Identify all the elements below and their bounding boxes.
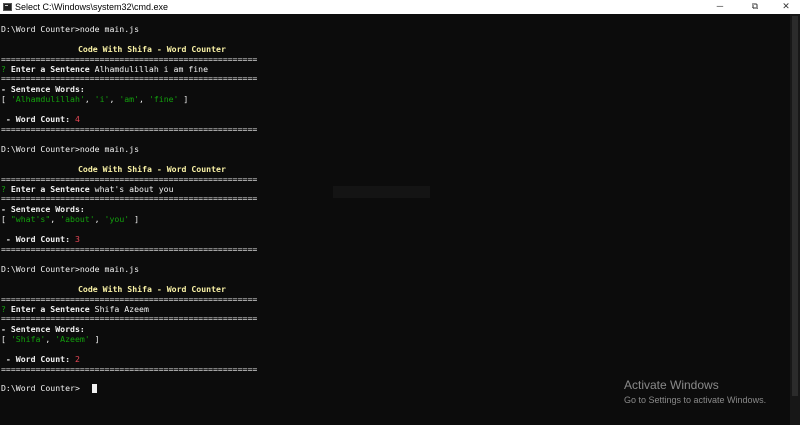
- separator-line: ========================================…: [1, 313, 257, 323]
- count-label: - Word Count:: [1, 114, 71, 124]
- separator-line: ========================================…: [1, 54, 257, 64]
- window-title: Select C:\Windows\system32\cmd.exe: [15, 2, 169, 12]
- separator-line: ========================================…: [1, 73, 257, 83]
- words-array-line: [ 'Alhamdulillah', 'i', 'am', 'fine' ]: [1, 94, 188, 104]
- count-value: 2: [70, 354, 80, 364]
- vertical-scrollbar[interactable]: [790, 14, 800, 425]
- banner-line: Code With Shifa - Word Counter: [78, 44, 226, 54]
- prompt-text: D:\Word Counter>: [1, 144, 80, 154]
- words-label-line: - Sentence Words:: [1, 324, 85, 334]
- separator-line: ========================================…: [1, 294, 257, 304]
- separator-text: ========================================…: [1, 244, 258, 254]
- minimize-button[interactable]: ─: [706, 0, 734, 14]
- separator-text: ========================================…: [1, 124, 258, 134]
- count-value: 4: [70, 114, 80, 124]
- word-item: "what's": [10, 214, 51, 224]
- scrollbar-thumb[interactable]: [792, 16, 798, 396]
- separator-text: ========================================…: [1, 54, 258, 64]
- array-close: ]: [129, 214, 140, 224]
- word-item: 'am': [119, 94, 140, 104]
- banner-line: Code With Shifa - Word Counter: [78, 284, 226, 294]
- count-value: 3: [70, 234, 80, 244]
- words-array-line: [ "what's", 'about', 'you' ]: [1, 214, 139, 224]
- banner-line: Code With Shifa - Word Counter: [78, 164, 226, 174]
- count-label: - Word Count:: [1, 234, 71, 244]
- word-item: 'i': [94, 94, 110, 104]
- text-cursor: [92, 384, 97, 393]
- words-label-line: - Sentence Words:: [1, 84, 85, 94]
- activate-windows-subtitle: Go to Settings to activate Windows.: [624, 395, 767, 405]
- array-open: [: [1, 334, 11, 344]
- words-label: - Sentence Words:: [1, 204, 85, 214]
- close-button[interactable]: ✕: [772, 0, 800, 14]
- array-comma: ,: [50, 214, 61, 224]
- separator-text: ========================================…: [1, 364, 258, 374]
- banner-text: Code With Shifa - Word Counter: [78, 284, 226, 294]
- prompt-text: D:\Word Counter>: [1, 24, 80, 34]
- restore-button[interactable]: ⧉: [741, 0, 769, 14]
- separator-line: ========================================…: [1, 244, 257, 254]
- command-text: node main.js: [79, 24, 140, 34]
- array-comma: ,: [45, 334, 56, 344]
- array-open: [: [1, 214, 11, 224]
- command-line: D:\Word Counter>node main.js: [1, 24, 139, 34]
- cmd-icon: [3, 3, 12, 11]
- command-line: D:\Word Counter>node main.js: [1, 144, 139, 154]
- separator-line: ========================================…: [1, 364, 257, 374]
- separator-text: ========================================…: [1, 193, 258, 203]
- separator-text: ========================================…: [1, 73, 258, 83]
- word-item: 'Shifa': [10, 334, 46, 344]
- words-label: - Sentence Words:: [1, 84, 85, 94]
- array-comma: ,: [109, 94, 120, 104]
- word-item: 'fine': [148, 94, 179, 104]
- separator-text: ========================================…: [1, 294, 258, 304]
- title-bar: Select C:\Windows\system32\cmd.exe ─ ⧉ ✕: [0, 0, 800, 14]
- words-label-line: - Sentence Words:: [1, 204, 85, 214]
- final-prompt: D:\Word Counter>: [1, 383, 80, 393]
- activate-windows-title: Activate Windows: [624, 378, 719, 392]
- command-text: node main.js: [79, 264, 140, 274]
- array-close: ]: [178, 94, 189, 104]
- array-open: [: [1, 94, 11, 104]
- command-line: D:\Word Counter>node main.js: [1, 264, 139, 274]
- separator-text: ========================================…: [1, 174, 258, 184]
- command-text: node main.js: [79, 144, 140, 154]
- banner-text: Code With Shifa - Word Counter: [78, 164, 226, 174]
- word-item: 'Alhamdulillah': [10, 94, 85, 104]
- array-close: ]: [89, 334, 100, 344]
- separator-line: ========================================…: [1, 174, 257, 184]
- array-comma: ,: [139, 94, 149, 104]
- word-item: 'about': [60, 214, 95, 224]
- count-line: - Word Count: 3: [1, 234, 80, 244]
- prompt-text: D:\Word Counter>: [1, 264, 80, 274]
- separator-text: ========================================…: [1, 313, 258, 323]
- count-line: - Word Count: 4: [1, 114, 80, 124]
- word-item: 'Azeem': [55, 334, 90, 344]
- array-comma: ,: [84, 94, 95, 104]
- count-label: - Word Count:: [1, 354, 71, 364]
- selection-highlight: [333, 186, 430, 198]
- banner-text: Code With Shifa - Word Counter: [78, 44, 226, 54]
- count-line: - Word Count: 2: [1, 354, 80, 364]
- separator-line: ========================================…: [1, 124, 257, 134]
- words-array-line: [ 'Shifa', 'Azeem' ]: [1, 334, 100, 344]
- words-label: - Sentence Words:: [1, 324, 85, 334]
- array-comma: ,: [94, 214, 105, 224]
- separator-line: ========================================…: [1, 193, 257, 203]
- word-item: 'you': [104, 214, 130, 224]
